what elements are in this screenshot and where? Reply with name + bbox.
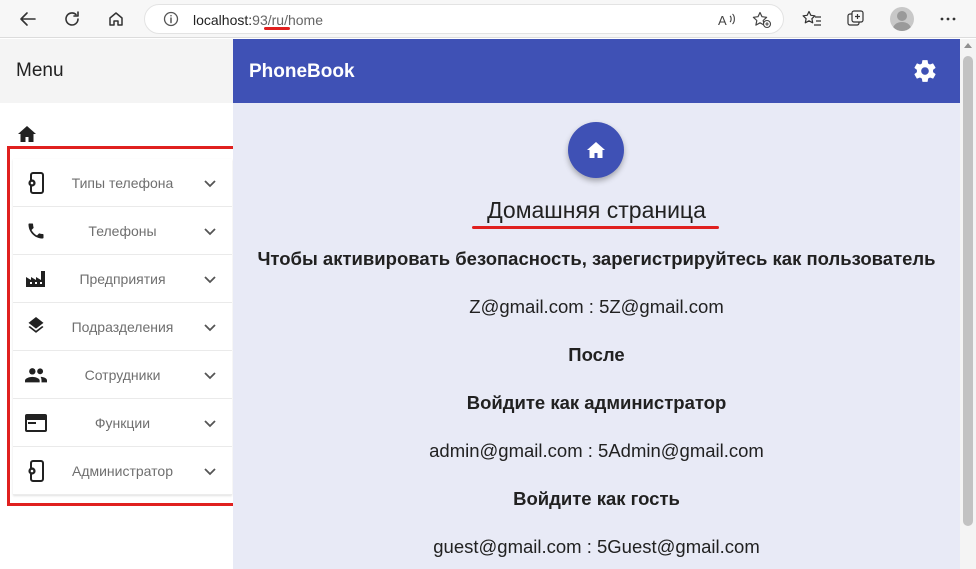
- menu-list: Типы телефона Телефоны Предприятия Подра…: [13, 159, 232, 495]
- sidebar-title: Menu: [16, 60, 64, 81]
- heading-highlight-underline: [472, 226, 719, 229]
- back-arrow-icon[interactable]: [15, 6, 41, 32]
- gear-icon[interactable]: [912, 58, 938, 84]
- collections-icon[interactable]: [845, 8, 867, 30]
- then-text: После: [568, 344, 625, 365]
- refresh-icon[interactable]: [59, 6, 85, 32]
- chevron-down-icon[interactable]: [202, 367, 218, 383]
- sidebar: Menu Типы телефона Телефоны Предприятия: [0, 39, 233, 569]
- info-icon[interactable]: [163, 11, 179, 27]
- profile-avatar[interactable]: [890, 7, 914, 31]
- app-title: PhoneBook: [249, 61, 355, 82]
- chevron-down-icon[interactable]: [202, 463, 218, 479]
- url-text: localhost:93/ru/home: [193, 12, 323, 28]
- menu-item-functions[interactable]: Функции: [13, 399, 232, 447]
- scroll-up-arrow-icon[interactable]: [964, 43, 972, 48]
- function-card-icon: [25, 413, 47, 433]
- menu-item-administrator[interactable]: Администратор: [13, 447, 232, 495]
- chevron-down-icon[interactable]: [202, 271, 218, 287]
- svg-text:A: A: [718, 13, 727, 28]
- menu-item-employees[interactable]: Сотрудники: [13, 351, 232, 399]
- home-fab-button[interactable]: [568, 122, 624, 178]
- phone-icon: [25, 221, 47, 241]
- instruction-text: Чтобы активировать безопасность, зарегис…: [257, 248, 936, 269]
- people-icon: [25, 365, 47, 385]
- admin-credentials: admin@gmail.com : 5Admin@gmail.com: [429, 440, 764, 461]
- menu-item-label: Типы телефона: [71, 175, 174, 191]
- menu-item-label: Администратор: [71, 463, 173, 479]
- home-browser-icon[interactable]: [103, 6, 129, 32]
- menu-item-phone-types[interactable]: Типы телефона: [13, 159, 232, 207]
- scrollbar-thumb[interactable]: [963, 56, 973, 526]
- home-icon[interactable]: [17, 125, 37, 143]
- menu-item-label: Сотрудники: [84, 367, 161, 383]
- read-aloud-icon[interactable]: A: [717, 11, 737, 29]
- menu-item-label: Функции: [94, 415, 151, 431]
- main-content: Домашняя страница Чтобы активировать без…: [233, 103, 960, 569]
- page-title: Домашняя страница: [487, 197, 706, 223]
- browser-toolbar: localhost:93/ru/home A: [0, 0, 976, 38]
- more-options-icon[interactable]: [937, 8, 959, 30]
- factory-icon: [25, 269, 47, 289]
- menu-item-enterprises[interactable]: Предприятия: [13, 255, 232, 303]
- home-icon: [587, 142, 605, 158]
- layers-icon: [25, 317, 47, 337]
- menu-item-departments[interactable]: Подразделения: [13, 303, 232, 351]
- chevron-down-icon[interactable]: [202, 415, 218, 431]
- guest-login-text: Войдите как гость: [513, 488, 680, 509]
- add-favorite-icon[interactable]: [752, 11, 772, 29]
- user-credentials: Z@gmail.com : 5Z@gmail.com: [469, 296, 724, 317]
- menu-item-label: Предприятия: [79, 271, 166, 287]
- url-host: localhost:: [193, 12, 253, 28]
- chevron-down-icon[interactable]: [202, 223, 218, 239]
- url-highlight-underline: [264, 27, 290, 30]
- guest-credentials: guest@gmail.com : 5Guest@gmail.com: [433, 536, 760, 557]
- url-path: 93/ru/home: [252, 12, 323, 28]
- menu-item-label: Подразделения: [71, 319, 174, 335]
- address-bar[interactable]: localhost:93/ru/home A: [144, 4, 784, 34]
- sidebar-header: Menu: [0, 39, 233, 103]
- favorites-icon[interactable]: [801, 8, 823, 30]
- phone-settings-icon: [25, 460, 47, 482]
- menu-item-label: Телефоны: [88, 223, 157, 239]
- admin-login-text: Войдите как администратор: [466, 392, 727, 413]
- chevron-down-icon[interactable]: [202, 175, 218, 191]
- app-bar: PhoneBook: [233, 39, 960, 103]
- phone-settings-icon: [25, 172, 47, 194]
- chevron-down-icon[interactable]: [202, 319, 218, 335]
- menu-item-phones[interactable]: Телефоны: [13, 207, 232, 255]
